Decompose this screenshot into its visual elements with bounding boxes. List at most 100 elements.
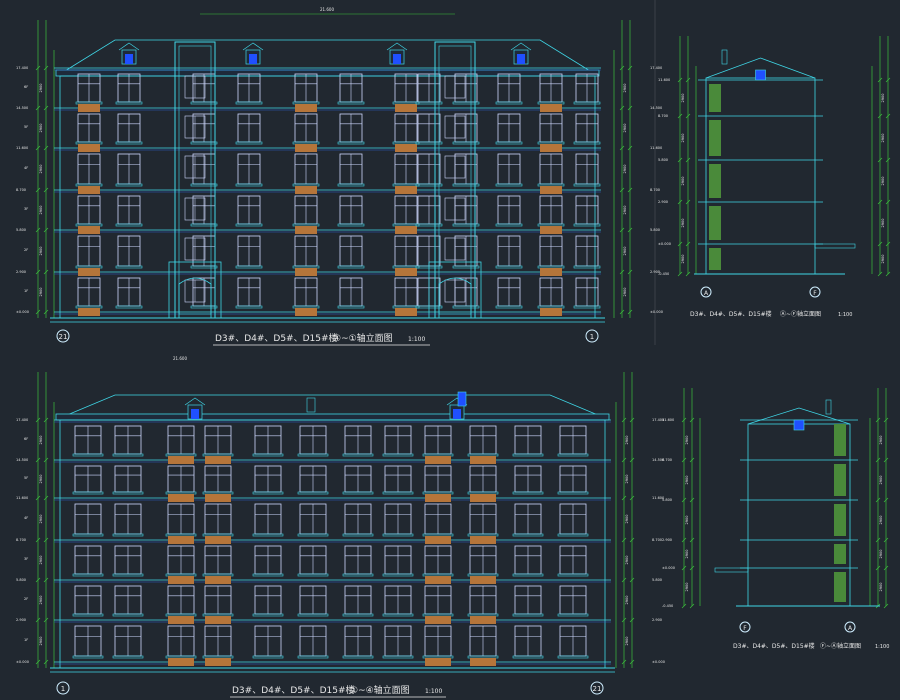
elevation-height-label: 5.800 bbox=[652, 578, 662, 582]
elevation-height-label: 8.700 bbox=[652, 538, 662, 542]
dimension-value: 2900 bbox=[39, 515, 43, 524]
gable-window bbox=[793, 419, 805, 431]
dimension-value: 2900 bbox=[881, 255, 885, 264]
accent-panel bbox=[78, 186, 100, 194]
balcony-glazing bbox=[834, 504, 846, 536]
accent-panel bbox=[470, 494, 496, 502]
elevation-height-label: 11.600 bbox=[662, 418, 674, 422]
accent-panel bbox=[395, 104, 417, 112]
dimension-value: 2900 bbox=[879, 583, 883, 592]
balcony-glazing bbox=[709, 164, 721, 198]
accent-panel bbox=[78, 308, 100, 316]
dimension-value: 2900 bbox=[39, 436, 43, 445]
drawing-title-suffix: ①~④轴立面图 bbox=[350, 684, 410, 696]
elevation-height-label: 2.900 bbox=[16, 270, 26, 274]
floor-label: 2F bbox=[24, 597, 28, 601]
accent-panel bbox=[78, 104, 100, 112]
cad-drawing-canvas: 17.400 14.500 11.600 8.700 5.800 2.900 ±0.000 2… bbox=[0, 0, 900, 700]
dimension-value: 2900 bbox=[881, 177, 885, 186]
elevation-height-label: ±0.000 bbox=[652, 660, 665, 664]
accent-panel bbox=[205, 494, 231, 502]
accent-panel bbox=[425, 616, 451, 624]
dimension-value: 2900 bbox=[881, 94, 885, 103]
elevation-height-label: 14.500 bbox=[16, 106, 28, 110]
dimension-value: 2900 bbox=[879, 550, 883, 559]
accent-panel bbox=[168, 658, 194, 666]
dimension-value: 2900 bbox=[623, 288, 627, 297]
dimension-value: 2900 bbox=[625, 596, 629, 605]
accent-panel bbox=[540, 226, 562, 234]
floor-label: 6F bbox=[24, 85, 28, 89]
accent-panel bbox=[540, 186, 562, 194]
accent-panel bbox=[295, 104, 317, 112]
dimension-value: 2900 bbox=[681, 255, 685, 264]
accent-panel bbox=[470, 536, 496, 544]
dimension-value: 2900 bbox=[39, 247, 43, 256]
accent-panel bbox=[395, 186, 417, 194]
floor-label: 3F bbox=[24, 207, 28, 211]
accent-panel bbox=[425, 456, 451, 464]
accent-panel bbox=[78, 226, 100, 234]
elevation-height-label: 11.600 bbox=[650, 146, 662, 150]
elevation-height-label: -0.450 bbox=[658, 272, 669, 276]
roof-window bbox=[457, 391, 467, 407]
accent-panel bbox=[470, 658, 496, 666]
drawing-title-name: D3#、D4#、D5#、D15#楼 bbox=[232, 684, 355, 696]
elevation-height-label: 14.500 bbox=[16, 458, 28, 462]
elevation-height-label: 17.400 bbox=[16, 418, 28, 422]
elevation-height-label: 8.700 bbox=[650, 188, 660, 192]
dimension-value: 2900 bbox=[879, 476, 883, 485]
roof-height-label: 21.600 bbox=[173, 356, 187, 361]
dimension-value: 2900 bbox=[685, 583, 689, 592]
drawing-title-name: D3#、D4#、D5#、D15#楼 bbox=[690, 310, 772, 318]
elevation-height-label: 5.800 bbox=[658, 158, 668, 162]
accent-panel bbox=[205, 658, 231, 666]
balcony-glazing bbox=[834, 424, 846, 456]
accent-panel bbox=[470, 576, 496, 584]
svg-text:1: 1 bbox=[61, 685, 65, 693]
dimension-value: 2900 bbox=[39, 637, 43, 646]
elevation-height-label: 2.900 bbox=[662, 538, 672, 542]
accent-panel bbox=[168, 494, 194, 502]
dimension-value: 2900 bbox=[39, 206, 43, 215]
dimension-value: 2900 bbox=[39, 124, 43, 133]
floor-label: 2F bbox=[24, 248, 28, 252]
dimension-value: 2900 bbox=[685, 436, 689, 445]
drawing-title-suffix: Ⓕ~Ⓐ轴立面图 bbox=[820, 642, 861, 650]
floor-label: 6F bbox=[24, 437, 28, 441]
accent-panel bbox=[295, 268, 317, 276]
balcony-glazing bbox=[709, 84, 721, 112]
elevation-height-label: 2.900 bbox=[16, 618, 26, 622]
accent-panel bbox=[540, 308, 562, 316]
balcony-glazing bbox=[709, 206, 721, 240]
cornice-band bbox=[55, 69, 600, 77]
floor-label: 1F bbox=[24, 289, 28, 293]
accent-panel bbox=[168, 616, 194, 624]
dimension-value: 2900 bbox=[39, 84, 43, 93]
elevation-height-label: ±0.000 bbox=[662, 566, 675, 570]
drawing-title-scale: 1:100 bbox=[408, 336, 425, 343]
dimension-value: 2900 bbox=[685, 476, 689, 485]
svg-text:1: 1 bbox=[590, 333, 594, 341]
drawing-title-scale: 1:100 bbox=[875, 644, 889, 650]
dimension-value: 2900 bbox=[623, 206, 627, 215]
elevation-height-label: 11.600 bbox=[16, 496, 28, 500]
balcony-glazing bbox=[834, 464, 846, 496]
elevation-height-label: 8.700 bbox=[16, 188, 26, 192]
svg-text:21: 21 bbox=[593, 685, 602, 693]
floor-label: 4F bbox=[24, 516, 28, 520]
dimension-value: 2900 bbox=[39, 596, 43, 605]
dimension-value: 2900 bbox=[681, 94, 685, 103]
dimension-value: 2900 bbox=[625, 436, 629, 445]
accent-panel bbox=[540, 144, 562, 152]
dimension-value: 2900 bbox=[623, 165, 627, 174]
dimension-value: 2900 bbox=[625, 637, 629, 646]
elevation-height-label: 2.900 bbox=[658, 200, 668, 204]
accent-panel bbox=[395, 308, 417, 316]
dimension-value: 2900 bbox=[623, 124, 627, 133]
dimension-value: 2900 bbox=[39, 556, 43, 565]
drawing-title-name: D3#、D4#、D5#、D15#楼 bbox=[215, 332, 338, 344]
elevation-height-label: 17.400 bbox=[650, 66, 662, 70]
svg-text:21: 21 bbox=[59, 333, 68, 341]
balcony-glazing bbox=[834, 572, 846, 602]
